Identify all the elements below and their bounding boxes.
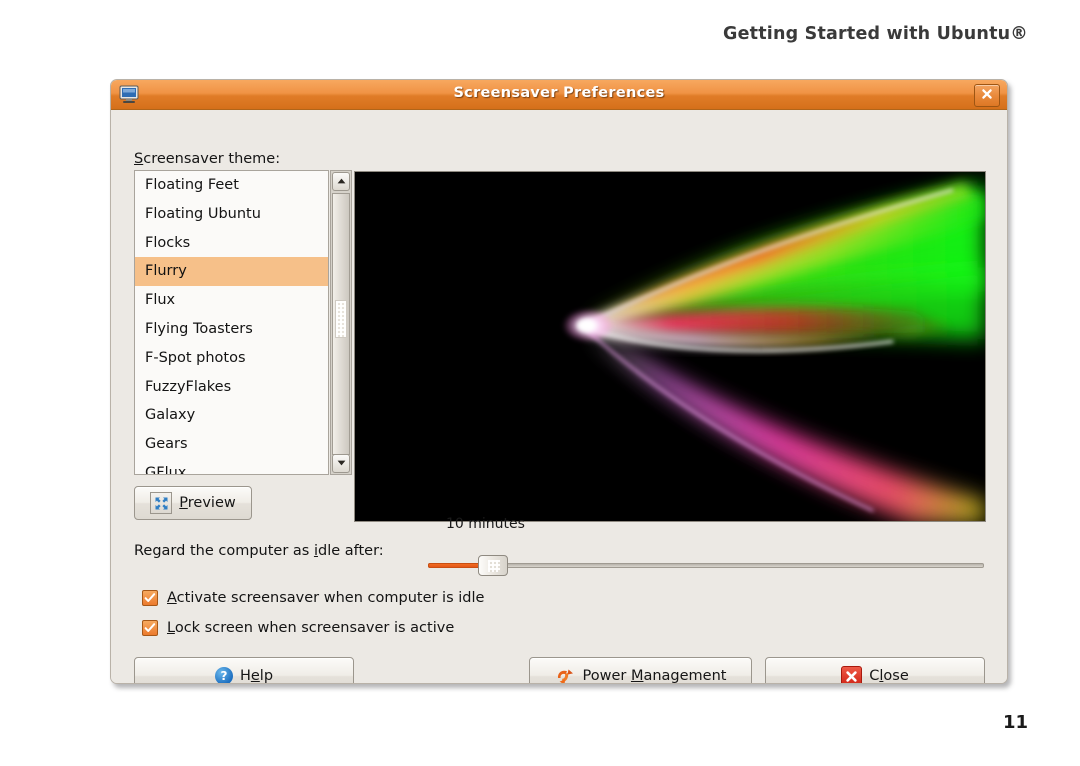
screensaver-preview-screen (354, 171, 986, 522)
theme-list-item[interactable]: F-Spot photos (135, 344, 328, 373)
theme-list-item[interactable]: GFlux (135, 459, 328, 474)
dialog-body: Screensaver theme: Floating Feet Floating… (111, 110, 1007, 683)
activate-screensaver-checkbox[interactable]: Activate screensaver when computer is id… (142, 590, 484, 606)
theme-label-mnemonic: S (134, 151, 144, 167)
window-titlebar[interactable]: Screensaver Preferences (111, 80, 1007, 110)
lock-screen-checkbox[interactable]: Lock screen when screensaver is active (142, 620, 454, 636)
power-management-button[interactable]: Power Management (529, 657, 752, 684)
screensaver-theme-list[interactable]: Floating Feet Floating Ubuntu Flocks Flurry… (134, 170, 329, 475)
theme-label-rest: creensaver theme: (143, 151, 281, 167)
help-button-label: Help (239, 668, 274, 684)
slider-handle[interactable] (478, 555, 508, 576)
theme-list-item[interactable]: Gears (135, 430, 328, 459)
slider-handle-grip (488, 560, 500, 572)
close-x-icon (841, 665, 863, 683)
slider-fill (428, 563, 484, 568)
preview-button[interactable]: Preview (134, 486, 252, 520)
power-management-label: Power Management (582, 668, 727, 684)
page-number: 11 (1002, 712, 1028, 733)
help-button[interactable]: ? Help (134, 657, 354, 684)
window-close-icon[interactable] (974, 84, 1000, 107)
screensaver-theme-label: Screensaver theme: (134, 151, 280, 167)
theme-list-inner: Floating Feet Floating Ubuntu Flocks Flurry… (135, 171, 328, 474)
close-button[interactable]: Close (765, 657, 985, 684)
scrollbar-grip (335, 300, 347, 338)
theme-list-item[interactable]: Galaxy (135, 401, 328, 430)
theme-list-item[interactable]: FuzzyFlakes (135, 373, 328, 402)
checkbox-checked-icon (142, 590, 158, 606)
theme-list-scrollbar[interactable] (330, 170, 352, 475)
theme-list-item[interactable]: Floating Feet (135, 171, 328, 200)
checkbox-checked-icon (142, 620, 158, 636)
idle-delay-slider[interactable] (428, 555, 984, 576)
close-button-label: Close (869, 668, 909, 684)
screensaver-preferences-window: Screensaver Preferences Screensaver them… (110, 79, 1008, 684)
page-header-title: Getting Started with Ubuntu® (723, 24, 1028, 44)
idle-delay-label: Regard the computer as idle after: (134, 543, 384, 559)
window-title: Screensaver Preferences (453, 85, 665, 101)
theme-list-item[interactable]: Floating Ubuntu (135, 200, 328, 229)
help-question-icon: ? (214, 667, 233, 683)
scrollbar-thumb[interactable] (332, 193, 350, 455)
triangle-down-icon[interactable] (332, 454, 350, 473)
preview-button-label: Preview (179, 495, 236, 511)
theme-list-item[interactable]: Flocks (135, 229, 328, 258)
fullscreen-arrows-icon (150, 492, 173, 514)
idle-delay-value: 10 minutes (446, 516, 525, 532)
slider-track[interactable] (428, 563, 984, 568)
flurry-screensaver-preview (355, 172, 985, 521)
theme-list-item[interactable]: Flux (135, 286, 328, 315)
activate-screensaver-label: Activate screensaver when computer is id… (167, 590, 485, 606)
theme-list-item[interactable]: Flurry (135, 257, 328, 287)
triangle-up-icon[interactable] (332, 172, 350, 191)
lock-screen-label: Lock screen when screensaver is active (167, 620, 455, 636)
theme-list-item[interactable]: Flying Toasters (135, 315, 328, 344)
power-arrow-icon (555, 666, 576, 683)
